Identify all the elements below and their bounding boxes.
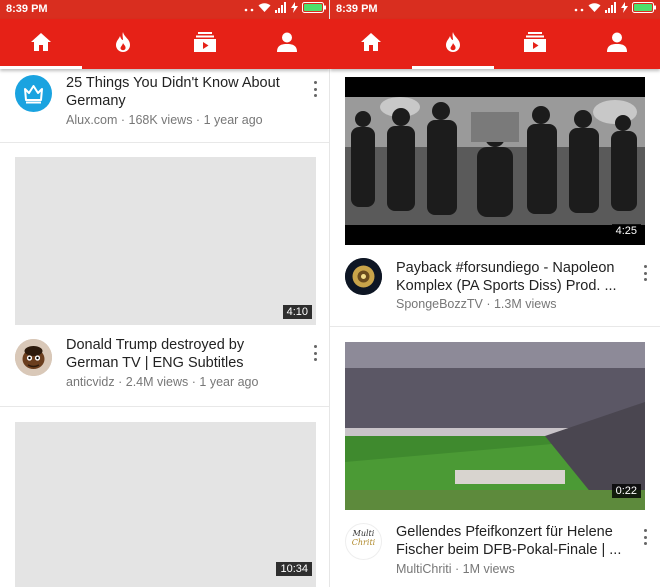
view-count: 2.4M views (125, 375, 189, 389)
channel-logo-icon (345, 258, 382, 295)
avatar-text: Multi (352, 529, 375, 538)
battery-icon (632, 2, 656, 16)
status-bar: 8:39 PM (0, 0, 330, 19)
video-thumbnail[interactable]: 4:10 (15, 157, 316, 325)
view-count: 1.3M views (493, 297, 557, 311)
charging-icon (621, 2, 628, 16)
channel-avatar-multichriti[interactable]: Multi Chriti (345, 523, 382, 560)
charging-icon (291, 2, 298, 16)
video-thumbnail[interactable]: 10:34 (15, 422, 316, 587)
more-options-icon[interactable] (312, 81, 318, 97)
tab-subscriptions[interactable] (494, 19, 576, 69)
video-title[interactable]: Gellendes Pfeifkonzert für Helene Fische… (396, 523, 624, 559)
duration-badge: 4:10 (282, 305, 312, 319)
crown-icon (15, 85, 52, 112)
right-pane-trending-feed: 8:39 PM 4:25 Payback #forsundiego - Napo… (330, 0, 660, 587)
more-options-icon[interactable] (642, 529, 648, 545)
tab-account[interactable] (576, 19, 658, 69)
duration-badge: 10:34 (276, 562, 312, 576)
more-options-icon[interactable] (642, 265, 648, 281)
home-icon (30, 32, 52, 57)
video-meta: MultiChriti · 1M views (396, 562, 515, 576)
home-icon (360, 32, 382, 57)
tab-account[interactable] (246, 19, 328, 69)
character-icon (15, 339, 52, 376)
video-thumbnail[interactable]: 4:25 (345, 77, 645, 245)
signal-icon (605, 2, 617, 16)
subscriptions-icon (524, 31, 546, 57)
flame-icon (114, 31, 132, 58)
upload-age: 1 year ago (203, 113, 263, 127)
wifi-icon (258, 2, 271, 16)
channel-avatar-alux[interactable] (15, 75, 52, 112)
divider (0, 406, 330, 407)
status-icons (244, 2, 326, 16)
stadium-photo (345, 342, 645, 510)
more-options-icon[interactable] (312, 345, 318, 361)
channel-avatar-anticvidz[interactable] (15, 339, 52, 376)
video-meta: SpongeBozzTV · 1.3M views (396, 297, 557, 311)
status-time: 8:39 PM (336, 3, 378, 15)
status-time: 8:39 PM (6, 3, 48, 15)
channel-name[interactable]: MultiChriti (396, 562, 452, 576)
video-title[interactable]: Payback #forsundiego - Napoleon Komplex … (396, 259, 624, 295)
tab-bar (330, 19, 660, 69)
left-pane-home-feed: 8:39 PM 25 Things You Didn't Know About … (0, 0, 330, 587)
video-item[interactable]: Payback #forsundiego - Napoleon Komplex … (330, 245, 660, 326)
split-screen: 8:39 PM 25 Things You Didn't Know About … (0, 0, 660, 587)
wifi-icon (588, 2, 601, 16)
tab-trending[interactable] (412, 19, 494, 69)
tab-home[interactable] (330, 19, 412, 69)
video-item[interactable]: 25 Things You Didn't Know About Germany … (0, 69, 330, 142)
channel-name[interactable]: anticvidz (66, 375, 115, 389)
bw-group-photo (345, 77, 645, 245)
channel-avatar-spongebozztv[interactable] (345, 258, 382, 295)
dots-icon (244, 3, 254, 15)
video-title[interactable]: 25 Things You Didn't Know About Germany (66, 74, 294, 110)
active-tab-indicator (412, 66, 494, 69)
video-item[interactable]: Donald Trump destroyed by German TV | EN… (0, 325, 330, 406)
signal-icon (275, 2, 287, 16)
video-item[interactable]: Multi Chriti Gellendes Pfeifkonzert für … (330, 510, 660, 587)
channel-name[interactable]: SpongeBozzTV (396, 297, 483, 311)
tab-trending[interactable] (82, 19, 164, 69)
account-icon (607, 32, 627, 57)
channel-name[interactable]: Alux.com (66, 113, 117, 127)
tab-home[interactable] (0, 19, 82, 69)
subscriptions-icon (194, 31, 216, 57)
duration-badge: 0:22 (611, 484, 641, 498)
divider (330, 326, 660, 327)
video-meta: anticvidz · 2.4M views · 1 year ago (66, 375, 259, 389)
view-count: 1M views (462, 562, 515, 576)
video-thumbnail[interactable]: 0:22 (345, 342, 645, 510)
account-icon (277, 32, 297, 57)
duration-badge: 4:25 (611, 224, 641, 238)
video-title[interactable]: Donald Trump destroyed by German TV | EN… (66, 336, 294, 372)
tab-bar (0, 19, 330, 69)
upload-age: 1 year ago (199, 375, 259, 389)
divider (0, 142, 330, 143)
avatar-text: Chriti (351, 538, 376, 547)
video-meta: Alux.com · 168K views · 1 year ago (66, 113, 263, 127)
status-bar: 8:39 PM (330, 0, 660, 19)
dots-icon (574, 3, 584, 15)
flame-icon (444, 31, 462, 58)
status-icons (574, 2, 656, 16)
view-count: 168K views (128, 113, 193, 127)
battery-icon (302, 2, 326, 16)
tab-subscriptions[interactable] (164, 19, 246, 69)
active-tab-indicator (0, 66, 82, 69)
